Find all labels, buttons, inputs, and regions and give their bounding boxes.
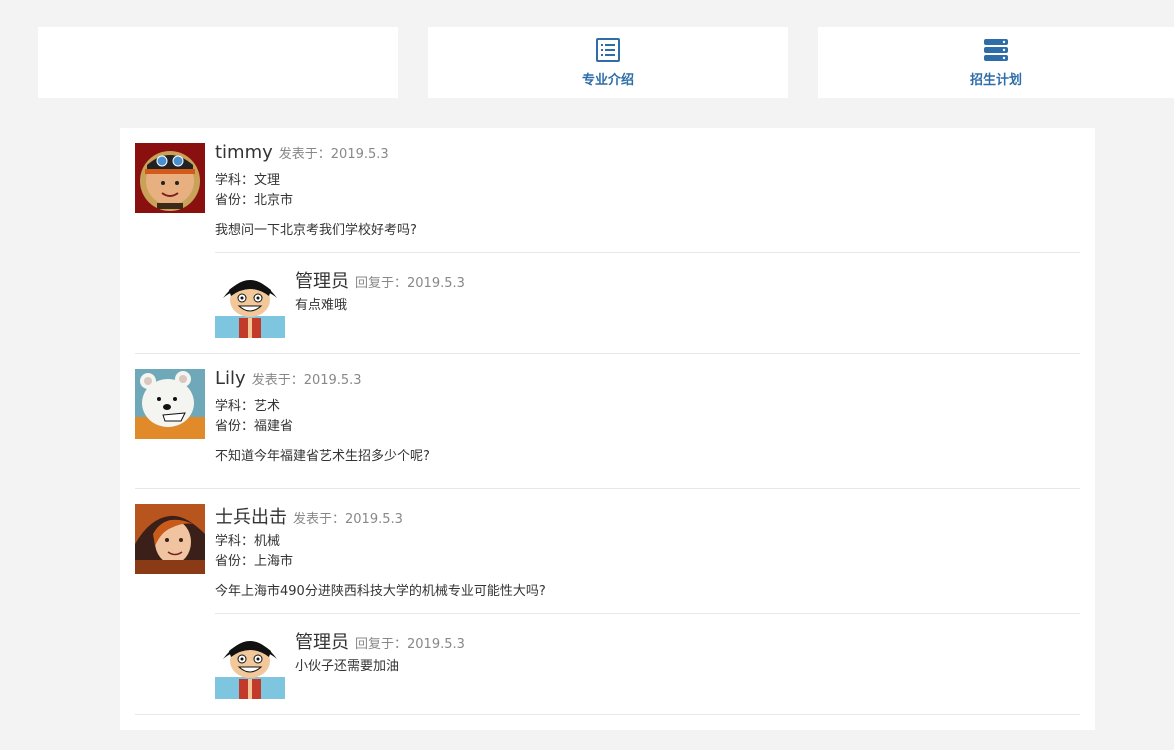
admin-avatar	[215, 629, 285, 699]
divider	[215, 613, 1080, 614]
user-avatar	[135, 143, 205, 213]
question-text: 我想问一下北京考我们学校好考吗?	[215, 223, 417, 238]
server-icon	[984, 39, 1008, 61]
post-item: 士兵出击 发表于：2019.5.3 学科：机械 省份：上海市 今年上海市490分进…	[135, 489, 1080, 715]
list-icon	[596, 38, 620, 62]
divider	[135, 714, 1080, 715]
nav-card-admission-plan[interactable]: 招生计划	[818, 27, 1174, 98]
divider	[215, 252, 1080, 253]
subject-field: 学科：艺术	[215, 399, 281, 414]
post-header: 士兵出击 发表于：2019.5.3	[215, 503, 403, 529]
user-avatar	[135, 369, 205, 439]
reply-date: 回复于：2019.5.3	[355, 637, 465, 652]
reply-text: 小伙子还需要加油	[295, 659, 400, 674]
nav-card-major-intro[interactable]: 专业介绍	[428, 27, 788, 98]
post-header: timmy 发表于：2019.5.3	[215, 142, 389, 163]
message-board: timmy 发表于：2019.5.3 学科：文理 省份：北京市 我想问一下北京考我…	[120, 128, 1095, 730]
province-field: 省份：福建省	[215, 419, 294, 434]
user-name: timmy	[215, 142, 273, 163]
admin-name: 管理员	[295, 632, 349, 653]
post-date: 发表于：2019.5.3	[251, 373, 362, 388]
province-field: 省份：北京市	[215, 193, 294, 208]
subject-field: 学科：机械	[215, 534, 281, 549]
user-name: Lily	[215, 368, 246, 389]
admin-avatar	[215, 268, 285, 338]
reply-header: 管理员 回复于：2019.5.3	[295, 267, 465, 293]
reply-header: 管理员 回复于：2019.5.3	[295, 628, 465, 654]
post-header: Lily 发表于：2019.5.3	[215, 368, 362, 389]
post-item: timmy 发表于：2019.5.3 学科：文理 省份：北京市 我想问一下北京考我…	[135, 128, 1080, 354]
post-item: Lily 发表于：2019.5.3 学科：艺术 省份：福建省 不知道今年福建省艺术…	[135, 354, 1080, 489]
question-text: 不知道今年福建省艺术生招多少个呢?	[215, 449, 430, 464]
reply-date: 回复于：2019.5.3	[355, 276, 465, 291]
nav-card-empty[interactable]	[38, 27, 398, 98]
post-date: 发表于：2019.5.3	[278, 147, 389, 162]
province-field: 省份：上海市	[215, 554, 294, 569]
subject-field: 学科：文理	[215, 173, 281, 188]
question-text: 今年上海市490分进陕西科技大学的机械专业可能性大吗?	[215, 584, 546, 599]
post-date: 发表于：2019.5.3	[293, 512, 403, 527]
reply-text: 有点难哦	[295, 298, 348, 313]
nav-label-admission-plan: 招生计划	[969, 73, 1022, 88]
admin-name: 管理员	[295, 271, 349, 292]
user-avatar	[135, 504, 205, 574]
user-name: 士兵出击	[215, 507, 287, 528]
nav-label-major-intro: 专业介绍	[581, 73, 634, 88]
